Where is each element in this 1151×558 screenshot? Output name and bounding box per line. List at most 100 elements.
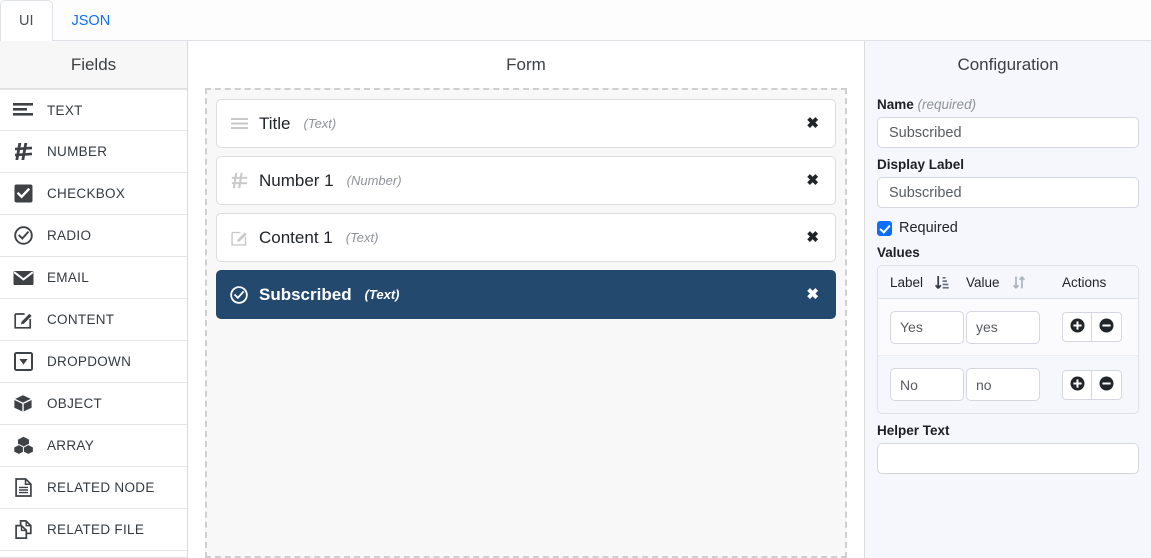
form-row-content-1[interactable]: Content 1 (Text) ✖ — [216, 213, 836, 262]
value-row-label-cell — [878, 368, 966, 401]
value-row-actions-cell — [1058, 369, 1138, 400]
name-input[interactable] — [877, 117, 1139, 148]
field-item-object[interactable]: OBJECT — [0, 383, 187, 425]
required-checkbox-row[interactable]: Required — [877, 220, 1139, 236]
values-table-row — [878, 299, 1138, 356]
fields-list: TEXT NUMBER CHECKBOX RADIO EMAIL CONTENT — [0, 88, 187, 558]
radio-check-circle-icon — [229, 285, 249, 304]
field-item-label: RELATED FILE — [47, 522, 145, 537]
field-item-text[interactable]: TEXT — [0, 89, 187, 131]
values-col-label-text: Label — [890, 274, 924, 290]
field-item-related-file[interactable]: RELATED FILE — [0, 509, 187, 551]
form-row-number-1[interactable]: Number 1 (Number) ✖ — [216, 156, 836, 205]
form-row-label: Number 1 — [259, 170, 334, 190]
tab-json-label: JSON — [71, 13, 111, 29]
values-col-value-text: Value — [966, 274, 1000, 290]
add-value-button[interactable] — [1062, 312, 1092, 342]
add-value-button[interactable] — [1062, 369, 1092, 400]
value-row-value-cell — [966, 310, 1058, 344]
remove-field-icon[interactable]: ✖ — [805, 228, 820, 247]
form-row-type: (Text) — [303, 116, 337, 131]
remove-field-icon[interactable]: ✖ — [805, 114, 820, 133]
form-row-type: (Number) — [346, 173, 402, 188]
copy-files-icon — [12, 520, 34, 540]
value-row-button-group — [1062, 312, 1122, 342]
field-item-label: NUMBER — [47, 144, 108, 159]
caret-down-square-icon — [12, 352, 34, 372]
required-checkbox-label: Required — [899, 220, 958, 236]
helper-text-input[interactable] — [877, 443, 1139, 474]
field-item-number[interactable]: NUMBER — [0, 131, 187, 173]
form-drop-canvas[interactable]: Title (Text) ✖ Number 1 (Number) ✖ Conte… — [205, 88, 847, 558]
name-required-hint: (required) — [917, 97, 977, 112]
text-lines-icon — [12, 100, 34, 120]
values-col-value: Value — [966, 275, 1058, 290]
main-layout: Fields TEXT NUMBER CHECKBOX RADIO EMAIL — [0, 41, 1151, 558]
field-item-label: OBJECT — [47, 396, 103, 411]
values-table-header: Label Value Actions — [878, 266, 1138, 299]
field-item-dropdown[interactable]: DROPDOWN — [0, 341, 187, 383]
values-table-row — [878, 356, 1138, 413]
cubes-icon — [12, 436, 34, 456]
field-item-label: CONTENT — [47, 312, 115, 327]
form-row-label: Content 1 — [259, 227, 333, 247]
plus-circle-icon — [1070, 376, 1085, 394]
fields-panel-title: Fields — [70, 55, 117, 74]
remove-value-button[interactable] — [1092, 312, 1122, 342]
form-row-content: Title (Text) — [229, 114, 336, 134]
value-row-value-cell — [966, 368, 1058, 401]
remove-field-icon[interactable]: ✖ — [805, 171, 820, 190]
field-item-label: CHECKBOX — [47, 186, 126, 201]
envelope-icon — [12, 268, 34, 288]
form-row-label: Subscribed — [259, 284, 352, 304]
minus-circle-icon — [1099, 376, 1114, 394]
field-item-label: DROPDOWN — [47, 354, 132, 369]
field-item-related-node[interactable]: RELATED NODE — [0, 467, 187, 509]
field-item-label: RADIO — [47, 228, 92, 243]
form-row-title[interactable]: Title (Text) ✖ — [216, 99, 836, 148]
tab-ui[interactable]: UI — [0, 0, 53, 41]
value-value-input[interactable] — [966, 310, 1040, 344]
field-item-content[interactable]: CONTENT — [0, 299, 187, 341]
remove-field-icon[interactable]: ✖ — [805, 285, 820, 304]
cube-icon — [12, 394, 34, 414]
configuration-body: Name (required) Display Label Required V… — [865, 88, 1151, 474]
field-item-radio[interactable]: RADIO — [0, 215, 187, 257]
configuration-panel-title: Configuration — [957, 55, 1059, 74]
field-item-email[interactable]: EMAIL — [0, 257, 187, 299]
sort-amount-down-icon[interactable] — [935, 275, 949, 290]
tab-bar: UI JSON — [0, 0, 1151, 41]
plus-circle-icon — [1070, 318, 1085, 336]
form-row-subscribed[interactable]: Subscribed (Text) ✖ — [216, 270, 836, 319]
form-row-label: Title — [259, 113, 291, 133]
values-col-actions: Actions — [1062, 274, 1107, 290]
form-panel: Form Title (Text) ✖ Number 1 (Number) ✖ — [188, 41, 864, 558]
form-panel-title: Form — [506, 55, 546, 74]
field-item-label: ARRAY — [47, 438, 95, 453]
sort-updown-icon[interactable] — [1012, 275, 1026, 290]
pencil-square-icon — [12, 310, 34, 330]
name-field-label: Name (required) — [877, 97, 1139, 112]
value-label-input[interactable] — [890, 310, 964, 344]
checkbox-checked-icon — [12, 184, 34, 204]
helper-text-label: Helper Text — [877, 423, 950, 438]
values-section-label: Values — [877, 245, 920, 260]
field-item-checkbox[interactable]: CHECKBOX — [0, 173, 187, 215]
tab-json[interactable]: JSON — [53, 0, 130, 41]
name-label-text: Name — [877, 97, 914, 112]
display-label-input[interactable] — [877, 177, 1139, 208]
field-item-array[interactable]: ARRAY — [0, 425, 187, 467]
minus-circle-icon — [1099, 318, 1114, 336]
hash-icon — [12, 142, 34, 162]
field-item-label: EMAIL — [47, 270, 90, 285]
value-label-input[interactable] — [890, 368, 964, 401]
values-col-label: Label — [878, 275, 966, 290]
value-value-input[interactable] — [966, 368, 1040, 401]
remove-value-button[interactable] — [1092, 369, 1122, 400]
form-row-content: Number 1 (Number) — [229, 171, 402, 191]
form-row-content: Subscribed (Text) — [229, 285, 400, 305]
values-table: Label Value Actions — [877, 265, 1139, 414]
form-row-type: (Text) — [345, 230, 379, 245]
required-checkbox[interactable] — [877, 220, 892, 236]
tab-ui-label: UI — [19, 13, 34, 29]
